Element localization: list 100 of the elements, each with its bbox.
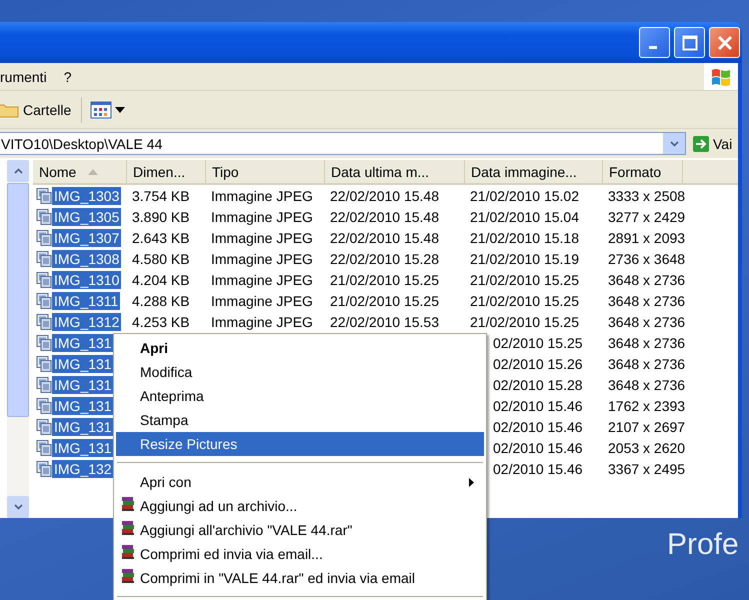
- menu-item[interactable]: Anteprima: [116, 384, 484, 408]
- table-cell: Immagine JPEG: [211, 188, 313, 204]
- file-name[interactable]: IMG_131: [52, 418, 114, 436]
- table-cell: 3648 x 2736: [608, 334, 686, 350]
- menu-item[interactable]: Comprimi ed invia via email...: [116, 542, 484, 566]
- table-cell: 3648 x 2736: [608, 376, 686, 392]
- dropdown-button[interactable]: [663, 133, 685, 154]
- books-icon: [120, 496, 136, 512]
- table-cell: 02/2010 15.25: [493, 334, 583, 350]
- column-header[interactable]: Data ultima m...: [325, 160, 465, 183]
- image-file-icon: [36, 376, 52, 392]
- menu-item[interactable]: Apri: [116, 336, 484, 360]
- table-cell: 3648 x 2736: [608, 314, 686, 330]
- file-name[interactable]: IMG_1307: [52, 228, 122, 246]
- table-cell: 3333 x 2508: [608, 188, 686, 204]
- image-file-icon: [36, 334, 52, 350]
- menu-item[interactable]: Apri con: [116, 470, 484, 494]
- column-header[interactable]: Formato: [603, 160, 683, 183]
- table-cell: Immagine JPEG: [211, 314, 313, 330]
- table-cell: 21/02/2010 15.04: [470, 208, 579, 224]
- table-cell: Immagine JPEG: [211, 250, 313, 266]
- table-cell: 02/2010 15.46: [493, 460, 583, 476]
- menu-item[interactable]: Resize Pictures: [116, 432, 484, 456]
- books-icon: [120, 520, 136, 536]
- chevron-up-icon: [14, 168, 22, 174]
- address-field[interactable]: VITO10\Desktop\VALE 44: [0, 132, 686, 155]
- table-cell: Immagine JPEG: [211, 292, 313, 308]
- table-cell: 22/02/2010 15.48: [330, 188, 439, 204]
- table-cell: 3.890 KB: [132, 208, 190, 224]
- menu-item[interactable]: Aggiungi all'archivio "VALE 44.rar": [116, 518, 484, 542]
- menu-item[interactable]: Modifica: [116, 360, 484, 384]
- menu-item[interactable]: Aggiungi ad un archivio...: [116, 494, 484, 518]
- windows-flag-icon: [704, 63, 738, 90]
- image-file-icon: [36, 356, 52, 372]
- file-name[interactable]: IMG_1310: [52, 270, 122, 288]
- table-cell: Immagine JPEG: [211, 230, 313, 246]
- close-button[interactable]: [709, 27, 740, 58]
- table-cell: Immagine JPEG: [211, 272, 313, 288]
- menu-item[interactable]: Stampa: [116, 408, 484, 432]
- table-cell: 02/2010 15.26: [493, 356, 583, 372]
- file-name[interactable]: IMG_131: [52, 354, 114, 372]
- minimize-button[interactable]: [639, 27, 670, 58]
- table-cell: 4.253 KB: [132, 314, 190, 330]
- table-cell: 4.580 KB: [132, 250, 190, 266]
- table-cell: 3648 x 2736: [608, 292, 686, 308]
- table-cell: 21/02/2010 15.25: [470, 314, 579, 330]
- submenu-arrow-icon: [469, 478, 474, 487]
- table-cell: 21/02/2010 15.25: [470, 272, 579, 288]
- table-cell: 3648 x 2736: [608, 272, 686, 288]
- minimize-icon: [648, 46, 656, 49]
- image-file-icon: [36, 292, 52, 308]
- file-name[interactable]: IMG_132: [52, 460, 114, 478]
- file-name[interactable]: IMG_1303: [52, 186, 122, 204]
- image-file-icon: [36, 272, 52, 288]
- column-header[interactable]: Tipo: [206, 160, 325, 183]
- table-cell: 02/2010 15.46: [493, 418, 583, 434]
- image-file-icon: [36, 418, 52, 434]
- view-grid-icon: [90, 100, 112, 118]
- table-cell: 4.204 KB: [132, 272, 190, 288]
- column-header[interactable]: Nome: [33, 160, 127, 183]
- caret-icon: [115, 106, 126, 112]
- column-header[interactable]: Dimen...: [127, 160, 206, 183]
- scrollbar[interactable]: [7, 160, 29, 518]
- image-file-icon: [36, 460, 52, 476]
- file-name[interactable]: IMG_1312: [52, 312, 122, 330]
- file-name[interactable]: IMG_1305: [52, 208, 122, 226]
- table-cell: Immagine JPEG: [211, 208, 313, 224]
- image-file-icon: [36, 398, 52, 414]
- menu-item[interactable]: ?: [56, 68, 80, 84]
- image-file-icon: [36, 188, 52, 204]
- wallpaper-text: Profe: [667, 528, 739, 562]
- file-name[interactable]: IMG_131: [52, 376, 114, 394]
- file-name[interactable]: IMG_1311: [52, 292, 120, 310]
- folders-button[interactable]: Cartelle: [0, 100, 78, 118]
- table-cell: 21/02/2010 15.25: [330, 272, 439, 288]
- image-file-icon: [36, 208, 52, 224]
- menu-item[interactable]: rumenti: [0, 68, 56, 84]
- table-cell: 21/02/2010 15.19: [470, 250, 579, 266]
- go-button[interactable]: Vai: [689, 136, 736, 152]
- table-cell: 2.643 KB: [132, 230, 190, 246]
- table-cell: 2107 x 2697: [608, 418, 686, 434]
- table-cell: 21/02/2010 15.25: [470, 292, 579, 308]
- arrow-right-icon: [693, 136, 709, 152]
- table-cell: 3.754 KB: [132, 188, 190, 204]
- image-file-icon: [36, 440, 52, 456]
- books-icon: [120, 544, 136, 560]
- table-cell: 02/2010 15.28: [493, 376, 583, 392]
- menu-item[interactable]: Comprimi in "VALE 44.rar" ed invia via email: [116, 566, 484, 590]
- file-name[interactable]: IMG_131: [52, 396, 114, 414]
- chevron-down-icon: [14, 504, 22, 510]
- column-header[interactable]: Data immagine...: [465, 160, 603, 183]
- close-icon: [716, 34, 732, 50]
- file-name[interactable]: IMG_131: [52, 334, 114, 352]
- file-name[interactable]: IMG_131: [52, 438, 114, 456]
- books-icon: [120, 568, 136, 584]
- file-name[interactable]: IMG_1308: [52, 250, 122, 268]
- maximize-button[interactable]: [674, 27, 705, 58]
- table-cell: 22/02/2010 15.48: [330, 230, 439, 246]
- table-cell: 02/2010 15.46: [493, 398, 583, 414]
- table-cell: 2053 x 2620: [608, 440, 686, 456]
